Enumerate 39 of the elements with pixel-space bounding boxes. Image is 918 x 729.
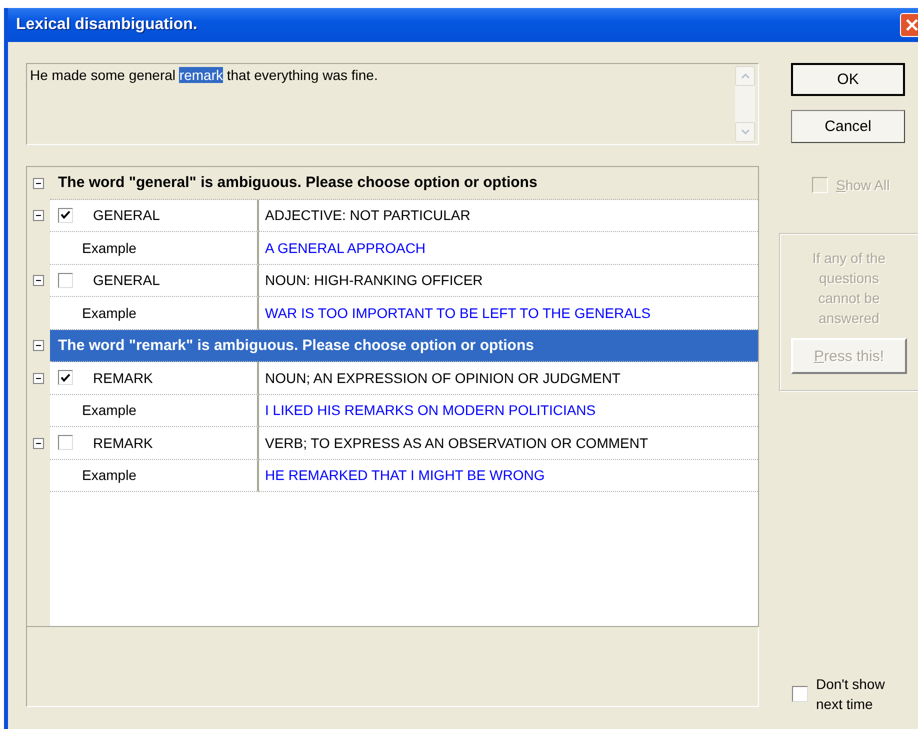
- close-button[interactable]: [900, 13, 918, 37]
- show-all-label: Show All: [836, 177, 890, 193]
- example-label: Example: [50, 394, 259, 427]
- word-label: REMARK: [93, 370, 153, 386]
- example-label: Example: [50, 460, 259, 492]
- checkbox[interactable]: [58, 208, 73, 223]
- collapse-icon[interactable]: [33, 210, 44, 222]
- example-label: Example: [50, 297, 259, 330]
- example-label: Example: [50, 232, 259, 264]
- dont-show-checkbox[interactable]: [792, 686, 808, 702]
- sentence-text: He made some general: [30, 67, 177, 83]
- example-cell: HE REMARKED THAT I MIGHT BE WRONG: [259, 460, 758, 492]
- collapse-icon[interactable]: [33, 275, 44, 286]
- dont-show-label: Don't show next time: [816, 675, 886, 714]
- selected-text: remark: [179, 67, 223, 83]
- word-label: GENERAL: [93, 207, 160, 224]
- checkbox[interactable]: [58, 435, 73, 450]
- meaning-cell: ADJECTIVE: NOT PARTICULAR: [259, 200, 758, 232]
- meaning-cell: VERB; TO EXPRESS AS AN OBSERVATION OR COMMENT: [259, 427, 758, 460]
- word-label: REMARK: [93, 434, 153, 451]
- collapse-icon[interactable]: [33, 372, 44, 384]
- window-title: Lexical disambiguation.: [16, 16, 198, 34]
- meaning-cell: NOUN; AN EXPRESSION OF OPINION OR JUDGMENT: [259, 362, 758, 394]
- example-cell: WAR IS TOO IMPORTANT TO BE LEFT TO THE GENERALS: [259, 297, 758, 330]
- group-header[interactable]: The word "remark" is ambiguous. Please choose option or options: [50, 330, 758, 362]
- word-label: GENERAL: [93, 272, 160, 288]
- help-text: If any of the questions cannot be answered: [811, 249, 887, 328]
- meaning-cell: NOUN: HIGH-RANKING OFFICER: [259, 264, 758, 297]
- collapse-icon[interactable]: [33, 340, 44, 352]
- example-cell: A GENERAL APPROACH: [259, 232, 758, 264]
- cancel-button[interactable]: Cancel: [791, 110, 905, 143]
- sentence-text: that everything was fine.: [226, 67, 378, 83]
- close-icon: [904, 17, 918, 33]
- checkbox[interactable]: [58, 370, 73, 386]
- collapse-icon[interactable]: [33, 178, 44, 189]
- example-cell: I LIKED HIS REMARKS ON MODERN POLITICIANS: [259, 394, 758, 427]
- checkbox[interactable]: [58, 272, 73, 288]
- ok-button[interactable]: OK: [791, 63, 905, 96]
- collapse-icon[interactable]: [33, 438, 44, 449]
